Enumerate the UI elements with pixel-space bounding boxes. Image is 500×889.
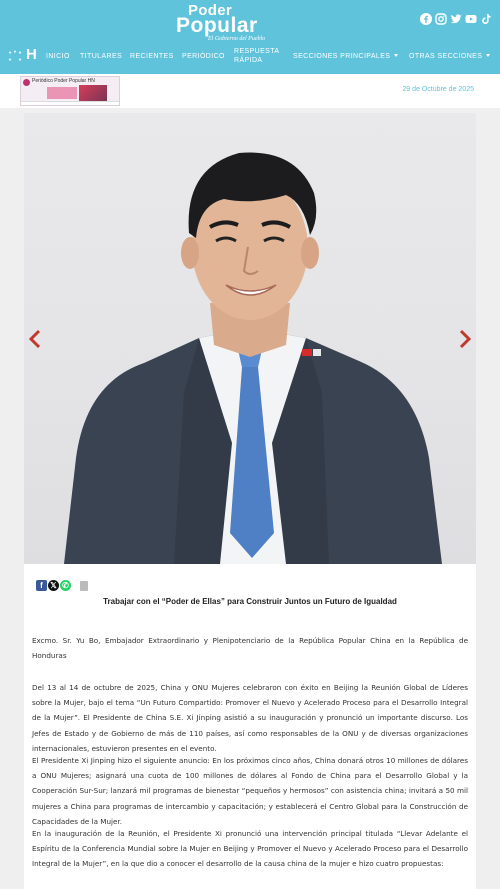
nav-otras-label: OTRAS SECCIONES bbox=[409, 53, 483, 60]
nav-respuesta-rapida[interactable]: RESPUESTA RÁPIDA bbox=[234, 47, 279, 65]
share-buttons: f 𝕏 ✆ bbox=[36, 580, 88, 591]
social-links bbox=[420, 13, 492, 25]
nav-respuesta-line-2: RÁPIDA bbox=[234, 57, 263, 64]
logo-line-2: Popular bbox=[176, 14, 258, 37]
tiktok-icon[interactable] bbox=[480, 13, 492, 25]
print-icon[interactable] bbox=[80, 580, 88, 591]
main-nav: H INICIO TITULARES RECIENTES PERIÓDICO R… bbox=[0, 43, 500, 69]
nav-otras-secciones[interactable]: OTRAS SECCIONES bbox=[409, 52, 491, 61]
site-logo[interactable]: Poder Popular El Gobierno del Pueblo bbox=[176, 3, 286, 43]
instagram-icon[interactable] bbox=[435, 13, 447, 25]
current-date: 29 de Octubre de 2025 bbox=[402, 86, 474, 93]
ambassador-portrait bbox=[64, 152, 442, 564]
chevron-right-icon bbox=[459, 329, 472, 349]
x-icon[interactable]: 𝕏 bbox=[48, 580, 59, 591]
article-byline: Excmo. Sr. Yu Bo, Embajador Extraordinar… bbox=[32, 636, 468, 661]
banner-logo-icon bbox=[23, 79, 30, 86]
nav-periodico[interactable]: PERIÓDICO bbox=[182, 52, 225, 61]
article-title: Trabajar con el “Poder de Ellas” para Co… bbox=[103, 597, 397, 606]
nav-respuesta-line-1: RESPUESTA bbox=[234, 48, 280, 55]
nav-secciones-label: SECCIONES PRINCIPALES bbox=[293, 53, 391, 60]
logo-tagline: El Gobierno del Pueblo bbox=[208, 36, 266, 42]
facebook-icon[interactable] bbox=[420, 13, 432, 25]
article-paragraph-3: En la inauguración de la Reunión, el Pre… bbox=[32, 829, 468, 869]
article-paragraph-1: Del 13 al 14 de octubre de 2025, China y… bbox=[32, 683, 468, 753]
banner-graphic bbox=[47, 87, 77, 99]
chevron-down-icon bbox=[394, 53, 399, 57]
whatsapp-icon[interactable]: ✆ bbox=[60, 580, 71, 591]
banner-photo bbox=[79, 85, 107, 101]
facebook-page-banner[interactable]: Periódico Poder Popular HN bbox=[20, 76, 120, 106]
carousel-next-button[interactable] bbox=[458, 329, 472, 349]
nav-secciones-principales[interactable]: SECCIONES PRINCIPALES bbox=[293, 52, 399, 61]
twitter-icon[interactable] bbox=[450, 13, 462, 25]
banner-text: Periódico Poder Popular HN bbox=[32, 78, 95, 84]
stars-icon bbox=[8, 50, 22, 61]
article-card: f 𝕏 ✆ Trabajar con el “Poder de Ellas” p… bbox=[24, 113, 476, 889]
youtube-icon[interactable] bbox=[465, 13, 477, 25]
brand-letter: H bbox=[26, 46, 37, 63]
nav-recientes[interactable]: RECIENTES bbox=[130, 52, 174, 61]
chevron-left-icon bbox=[28, 329, 41, 349]
chevron-down-icon bbox=[486, 53, 491, 57]
banner-footer-strip bbox=[21, 101, 119, 105]
carousel-prev-button[interactable] bbox=[28, 329, 42, 349]
nav-inicio[interactable]: INICIO bbox=[46, 52, 70, 61]
site-header: Poder Popular El Gobierno del Pueblo H I… bbox=[0, 0, 500, 74]
facebook-icon[interactable]: f bbox=[36, 580, 47, 591]
article-photo-carousel bbox=[24, 113, 476, 564]
nav-brand[interactable]: H bbox=[8, 46, 40, 64]
article-paragraph-2: El Presidente Xi Jinping hizo el siguien… bbox=[32, 756, 468, 826]
nav-titulares[interactable]: TITULARES bbox=[80, 52, 122, 61]
